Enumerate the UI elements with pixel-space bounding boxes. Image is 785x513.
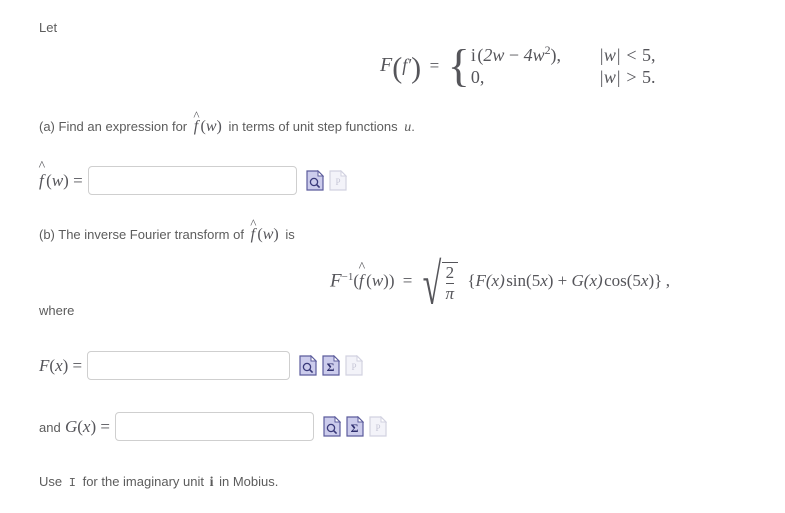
fraction-denominator: π — [445, 284, 455, 303]
footnote-after: in Mobius. — [219, 474, 279, 489]
imaginary-unit-code: I — [68, 476, 76, 490]
part-a-text-before: (a) Find an expression for — [39, 119, 188, 134]
svg-text:P: P — [335, 177, 340, 187]
answer-row-fhat: f (w) = P — [39, 166, 347, 195]
case-row: 0, |w| > 5. — [471, 67, 656, 91]
preview-document-icon[interactable] — [299, 355, 318, 376]
answer-fhat-icons: P — [306, 170, 347, 191]
answer-G-prefix: and — [39, 419, 61, 435]
answer-row-G: and G(x) = Σ P — [39, 412, 387, 441]
left-brace: { — [447, 40, 470, 91]
answer-G-label: and G(x) = — [39, 416, 110, 436]
part-a-period: . — [411, 119, 415, 134]
svg-text:P: P — [352, 362, 357, 372]
case-condition: |w| < 5, — [598, 45, 656, 65]
inverse-fourier-equation: F−1(f (w)) = √ 2 π {F(x) sin(5x) + G(x) … — [330, 254, 670, 312]
answer-input-G[interactable] — [114, 412, 314, 441]
problem-page: Let F(f′) = { i (2w − 4w2), |w| < 5, 0, … — [0, 0, 785, 513]
answer-row-F: F(x) = Σ P — [39, 351, 364, 380]
sin-term: sin(5x) — [506, 271, 554, 291]
plus-sign: + — [557, 271, 568, 291]
footnote-before: Use — [39, 474, 63, 489]
help-document-icon[interactable]: P — [345, 355, 364, 376]
cos-term: cos(5x) — [604, 271, 655, 291]
footnote-middle: for the imaginary unit — [82, 474, 204, 489]
square-root-expression: √ 2 π — [421, 254, 459, 312]
answer-G-icons: Σ P — [323, 416, 387, 437]
piecewise-cases: { i (2w − 4w2), |w| < 5, 0, |w| > 5. — [448, 43, 656, 91]
answer-fhat-label: f (w) = — [39, 171, 83, 191]
fraction-numerator: 2 — [445, 263, 455, 282]
preview-document-icon[interactable] — [323, 416, 341, 437]
answer-G-equals: = — [100, 416, 110, 436]
part-b-prompt: (b) The inverse Fourier transform of f (… — [39, 227, 295, 243]
radicand-fraction: 2 π — [441, 262, 459, 303]
answer-fhat-equals: = — [73, 170, 83, 190]
answer-input-F[interactable] — [87, 351, 291, 380]
preview-document-icon[interactable] — [306, 170, 324, 191]
inverse-equals: = — [402, 271, 413, 291]
part-b-text-after: is — [285, 227, 295, 242]
answer-F-equals: = — [72, 355, 83, 375]
intro-text: Let — [39, 20, 58, 35]
given-argument: f′ — [402, 55, 412, 76]
sigma-document-icon[interactable]: Σ — [322, 355, 341, 376]
answer-input-fhat[interactable] — [87, 166, 297, 195]
radical-sign: √ — [422, 250, 441, 316]
case-value: 0, — [470, 67, 485, 87]
answer-F-label: F(x) = — [39, 355, 83, 375]
part-a-text-after: in terms of unit step functions — [228, 119, 398, 134]
case-row: i (2w − 4w2), |w| < 5, — [471, 43, 656, 67]
inverse-body: {F(x) sin(5x) + G(x) cos(5x)} , — [467, 271, 670, 290]
case-value: i (2w − 4w2), — [470, 43, 562, 65]
part-b-text-before: (b) The inverse Fourier transform of — [39, 227, 244, 242]
trailing-comma: , — [665, 271, 670, 291]
footnote-text: Use I for the imaginary unit i in Mobius… — [39, 474, 278, 491]
F-term: F(x) — [475, 271, 505, 291]
help-document-icon[interactable]: P — [329, 170, 347, 191]
part-a-prompt: (a) Find an expression for f (w) in term… — [39, 119, 415, 136]
case-condition: |w| > 5. — [598, 67, 656, 87]
equals-sign: = — [429, 56, 440, 76]
answer-F-icons: Σ P — [299, 355, 364, 376]
svg-text:Σ: Σ — [351, 421, 359, 435]
close-brace: } — [654, 271, 663, 291]
inverse-argument: (f (w)) — [353, 271, 394, 290]
help-document-icon[interactable]: P — [369, 416, 387, 437]
part-b-function: f (w) — [251, 226, 279, 243]
part-a-function: f (w) — [194, 118, 222, 135]
sigma-document-icon[interactable]: Σ — [346, 416, 364, 437]
where-text: where — [39, 303, 75, 318]
inverse-exponent: −1 — [341, 270, 354, 283]
inverse-operator-symbol: F — [330, 270, 342, 292]
imaginary-unit-symbol: i — [209, 475, 214, 490]
fourier-operator-symbol: F — [380, 54, 393, 77]
open-brace: { — [467, 271, 476, 291]
given-equation: F(f′) = { i (2w − 4w2), |w| < 5, 0, |w| … — [380, 40, 656, 91]
G-term: G(x) — [571, 271, 603, 291]
svg-text:P: P — [375, 423, 380, 433]
svg-text:Σ: Σ — [327, 360, 335, 374]
